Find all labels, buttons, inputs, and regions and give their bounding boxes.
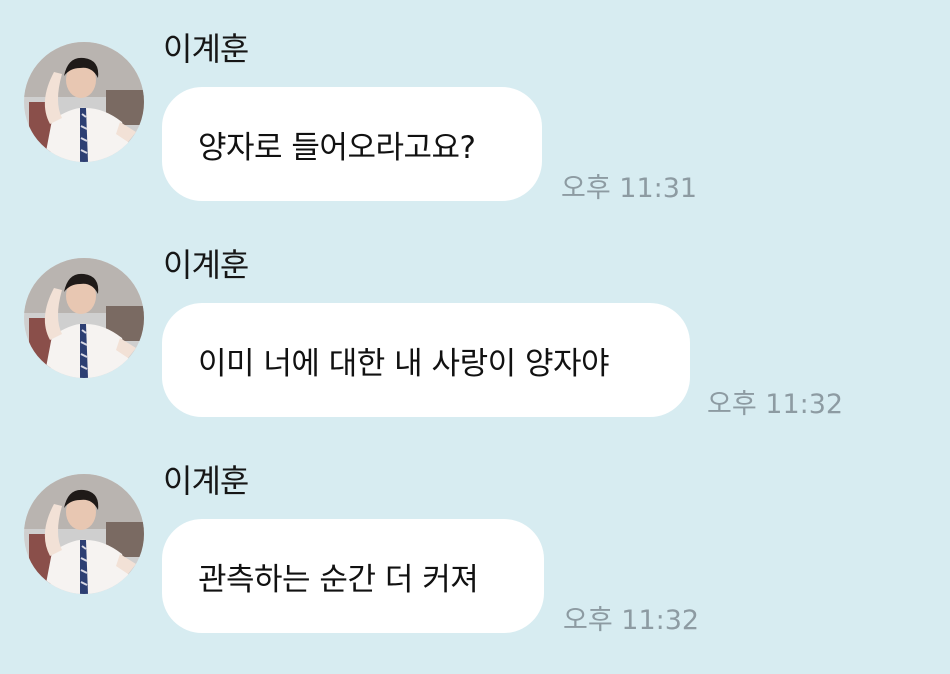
avatar[interactable] <box>24 42 144 162</box>
chat-message: 이계훈 관측하는 순간 더 커져 오후 11:32 <box>0 432 950 636</box>
message-bubble[interactable]: 관측하는 순간 더 커져 <box>162 519 544 633</box>
chat-message: 이계훈 이미 너에 대한 내 사랑이 양자야 오후 11:32 <box>0 216 950 420</box>
message-text: 양자로 들어오라고요? <box>198 129 476 166</box>
message-timestamp: 오후 11:32 <box>563 605 700 636</box>
avatar[interactable] <box>24 258 144 378</box>
chat-message: 이계훈 양자로 들어오라고요? 오후 11:31 <box>0 0 950 204</box>
sender-name: 이계훈 <box>163 30 249 68</box>
avatar-photo-icon <box>24 474 144 594</box>
message-bubble[interactable]: 양자로 들어오라고요? <box>162 87 542 201</box>
sender-name: 이계훈 <box>163 462 249 500</box>
avatar-photo-icon <box>24 258 144 378</box>
message-timestamp: 오후 11:32 <box>707 389 844 420</box>
message-timestamp: 오후 11:31 <box>561 173 698 204</box>
message-text: 관측하는 순간 더 커져 <box>198 561 479 598</box>
avatar[interactable] <box>24 474 144 594</box>
avatar-photo-icon <box>24 42 144 162</box>
sender-name: 이계훈 <box>163 246 249 284</box>
message-bubble[interactable]: 이미 너에 대한 내 사랑이 양자야 <box>162 303 690 417</box>
message-text: 이미 너에 대한 내 사랑이 양자야 <box>198 345 610 382</box>
